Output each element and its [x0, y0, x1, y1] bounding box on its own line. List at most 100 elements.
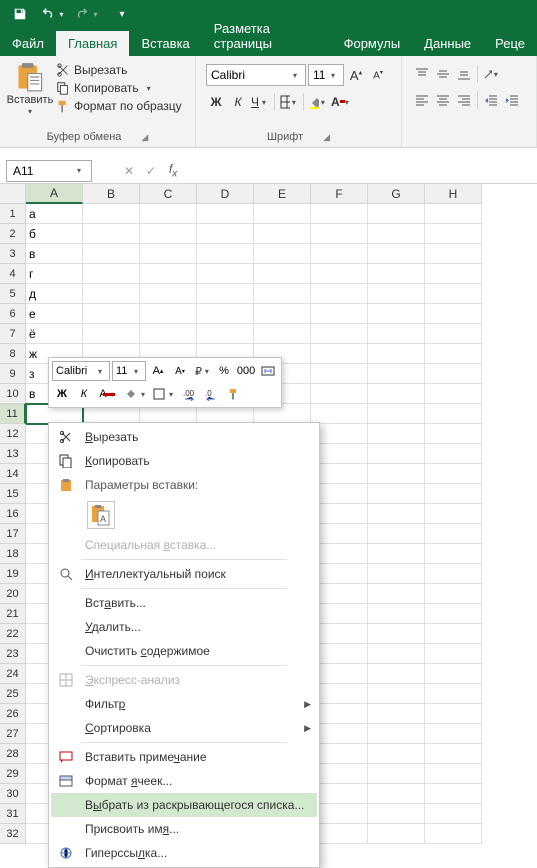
- cell[interactable]: [425, 764, 482, 784]
- cell[interactable]: [311, 304, 368, 324]
- cell[interactable]: [83, 204, 140, 224]
- mini-font-size[interactable]: 11▾: [112, 361, 146, 381]
- cell[interactable]: [140, 264, 197, 284]
- cell[interactable]: [425, 664, 482, 684]
- ctx-cut[interactable]: Вырезать: [51, 425, 317, 449]
- cell[interactable]: [368, 664, 425, 684]
- cell[interactable]: [368, 804, 425, 824]
- column-header[interactable]: A: [26, 184, 83, 204]
- mini-comma-format[interactable]: 000: [236, 361, 256, 381]
- cell[interactable]: [83, 284, 140, 304]
- cell[interactable]: [425, 204, 482, 224]
- cell[interactable]: [425, 604, 482, 624]
- cell[interactable]: [311, 404, 368, 424]
- cell[interactable]: [368, 384, 425, 404]
- cell[interactable]: [83, 304, 140, 324]
- cell[interactable]: е: [26, 304, 83, 324]
- cell[interactable]: [311, 244, 368, 264]
- cell[interactable]: [425, 464, 482, 484]
- tab-home[interactable]: Главная: [56, 31, 129, 56]
- align-top-button[interactable]: [412, 64, 432, 84]
- row-header[interactable]: 21: [0, 604, 26, 624]
- mini-accounting-format[interactable]: ₽▾: [192, 361, 212, 381]
- cell[interactable]: [140, 244, 197, 264]
- cell[interactable]: [368, 324, 425, 344]
- cell[interactable]: [311, 324, 368, 344]
- copy-button[interactable]: Копировать▾: [54, 80, 184, 96]
- cell[interactable]: [254, 284, 311, 304]
- tab-file[interactable]: Файл: [0, 31, 56, 56]
- cell[interactable]: [311, 364, 368, 384]
- row-header[interactable]: 7: [0, 324, 26, 344]
- cell[interactable]: [425, 484, 482, 504]
- cell[interactable]: [83, 224, 140, 244]
- row-header[interactable]: 13: [0, 444, 26, 464]
- font-name-combo[interactable]: Calibri▾: [206, 64, 306, 86]
- cell[interactable]: [368, 464, 425, 484]
- cell[interactable]: [368, 304, 425, 324]
- bold-button[interactable]: Ж: [206, 92, 226, 112]
- cell[interactable]: [368, 724, 425, 744]
- enter-formula-button[interactable]: ✓: [140, 160, 162, 182]
- ctx-hyperlink[interactable]: Гиперссылка...: [51, 841, 317, 865]
- cell[interactable]: [368, 604, 425, 624]
- cell[interactable]: [425, 804, 482, 824]
- cell[interactable]: [425, 564, 482, 584]
- row-header[interactable]: 2: [0, 224, 26, 244]
- tab-insert[interactable]: Вставка: [129, 31, 201, 56]
- cell[interactable]: [254, 224, 311, 244]
- cell[interactable]: [368, 224, 425, 244]
- cell[interactable]: [368, 744, 425, 764]
- cell[interactable]: [254, 244, 311, 264]
- cell[interactable]: [254, 324, 311, 344]
- cell[interactable]: [425, 344, 482, 364]
- mini-merge-button[interactable]: [258, 361, 278, 381]
- font-launcher[interactable]: ◢: [323, 132, 330, 143]
- column-header[interactable]: H: [425, 184, 482, 204]
- row-header[interactable]: 26: [0, 704, 26, 724]
- row-header[interactable]: 17: [0, 524, 26, 544]
- cell[interactable]: [425, 264, 482, 284]
- row-header[interactable]: 1: [0, 204, 26, 224]
- orientation-button[interactable]: ▾: [481, 64, 501, 84]
- cell[interactable]: [425, 544, 482, 564]
- cell[interactable]: [197, 304, 254, 324]
- align-middle-button[interactable]: [433, 64, 453, 84]
- select-all-corner[interactable]: [0, 184, 26, 204]
- cell[interactable]: [197, 244, 254, 264]
- cell[interactable]: [425, 244, 482, 264]
- row-header[interactable]: 31: [0, 804, 26, 824]
- row-header[interactable]: 18: [0, 544, 26, 564]
- font-size-combo[interactable]: 11▾: [308, 64, 344, 86]
- mini-borders[interactable]: ▾: [152, 384, 178, 404]
- borders-button[interactable]: ▾: [279, 92, 299, 112]
- cell[interactable]: [425, 364, 482, 384]
- cell[interactable]: [368, 824, 425, 844]
- row-header[interactable]: 15: [0, 484, 26, 504]
- cell[interactable]: [140, 204, 197, 224]
- ctx-sort[interactable]: Сортировка▶: [51, 716, 317, 740]
- cell[interactable]: [368, 244, 425, 264]
- mini-fill-color[interactable]: ▾: [124, 384, 150, 404]
- cell[interactable]: [425, 624, 482, 644]
- cell[interactable]: [140, 224, 197, 244]
- cell[interactable]: в: [26, 244, 83, 264]
- mini-decrease-font[interactable]: A▾: [170, 361, 190, 381]
- align-center-button[interactable]: [433, 90, 453, 110]
- row-header[interactable]: 24: [0, 664, 26, 684]
- cell[interactable]: [425, 404, 482, 424]
- cell[interactable]: [425, 304, 482, 324]
- cell[interactable]: [425, 444, 482, 464]
- cell[interactable]: [368, 504, 425, 524]
- row-header[interactable]: 12: [0, 424, 26, 444]
- cell[interactable]: [368, 364, 425, 384]
- cell[interactable]: [368, 204, 425, 224]
- ctx-pick-from-list[interactable]: Выбрать из раскрывающегося списка...: [51, 793, 317, 817]
- column-header[interactable]: G: [368, 184, 425, 204]
- row-header[interactable]: 22: [0, 624, 26, 644]
- cell[interactable]: [197, 224, 254, 244]
- qat-customize[interactable]: ▾: [106, 2, 138, 26]
- insert-function-button[interactable]: fx: [162, 160, 184, 182]
- row-header[interactable]: 4: [0, 264, 26, 284]
- mini-increase-font[interactable]: A▴: [148, 361, 168, 381]
